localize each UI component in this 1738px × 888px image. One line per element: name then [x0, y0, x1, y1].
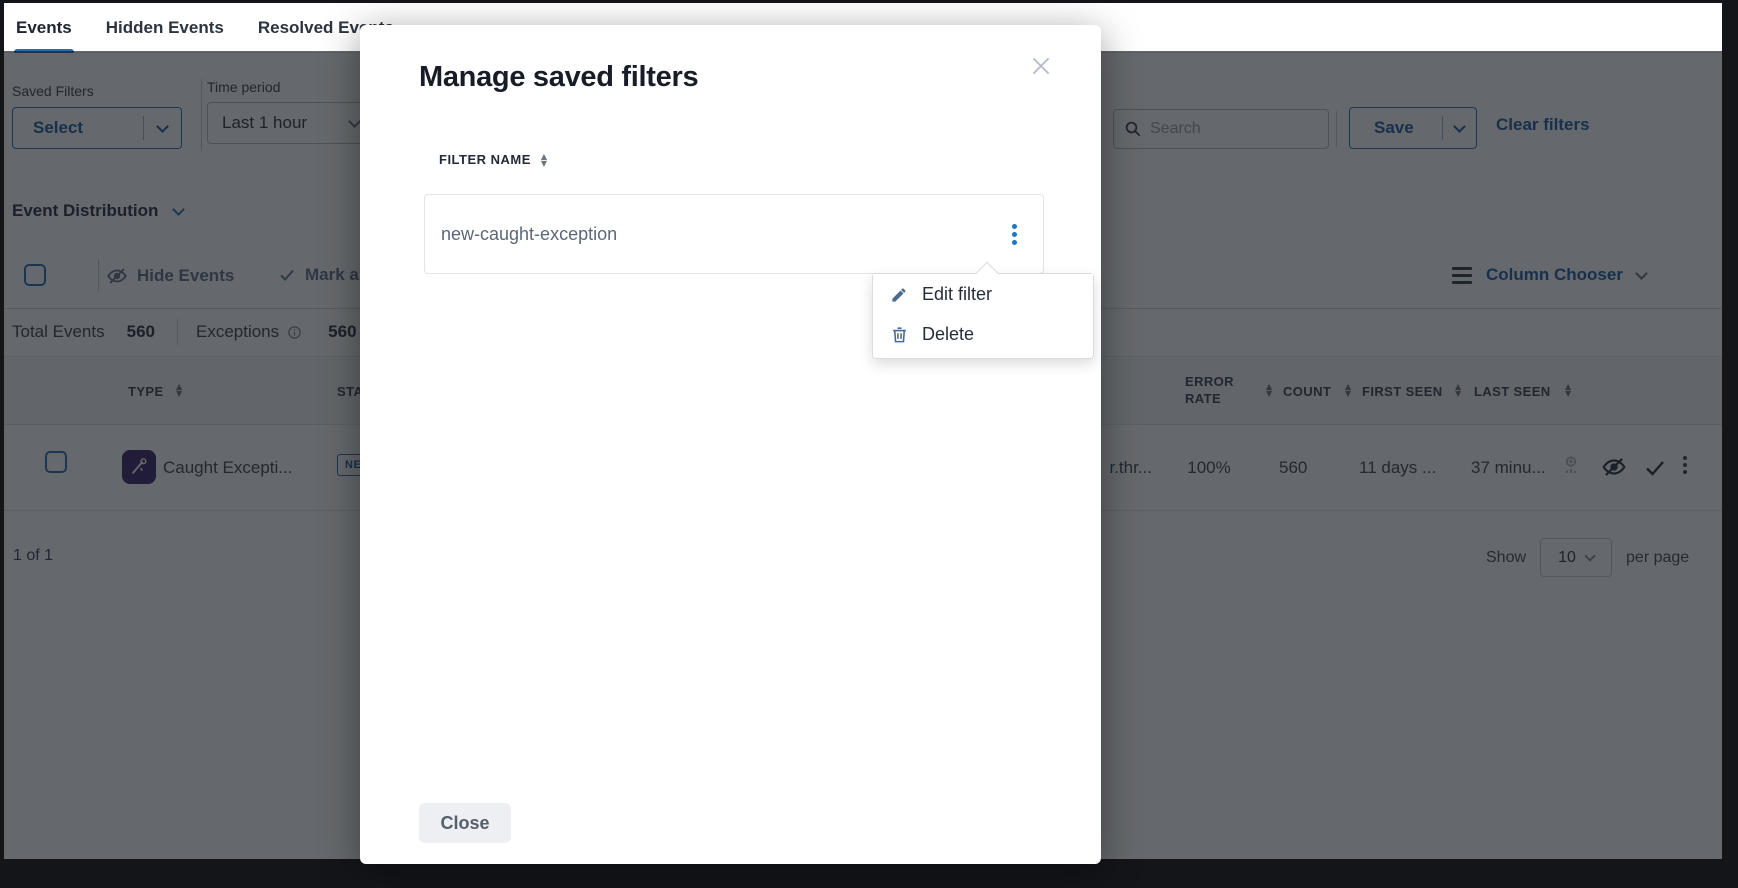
filter-name-column-label: FILTER NAME	[439, 152, 531, 167]
sort-icon[interactable]: ▲▼	[541, 153, 547, 167]
filter-actions-menu: Edit filter Delete	[872, 273, 1094, 359]
saved-filter-name: new-caught-exception	[441, 224, 617, 245]
tab-events[interactable]: Events	[14, 3, 74, 53]
trash-icon	[890, 325, 909, 344]
manage-saved-filters-modal: Manage saved filters FILTER NAME ▲▼ new-…	[360, 25, 1101, 864]
edit-filter-label: Edit filter	[922, 284, 992, 305]
close-button[interactable]: Close	[419, 803, 511, 843]
saved-filter-row: new-caught-exception	[424, 194, 1044, 274]
pencil-icon	[890, 285, 909, 304]
delete-filter-menu-item[interactable]: Delete	[873, 314, 1093, 354]
modal-title: Manage saved filters	[419, 61, 698, 94]
delete-filter-label: Delete	[922, 324, 974, 345]
close-icon[interactable]	[1024, 49, 1058, 83]
tab-hidden-events[interactable]: Hidden Events	[104, 3, 226, 53]
filter-name-header[interactable]: FILTER NAME ▲▼	[439, 152, 547, 167]
edit-filter-menu-item[interactable]: Edit filter	[873, 274, 1093, 314]
filter-kebab-icon[interactable]	[1012, 224, 1017, 245]
